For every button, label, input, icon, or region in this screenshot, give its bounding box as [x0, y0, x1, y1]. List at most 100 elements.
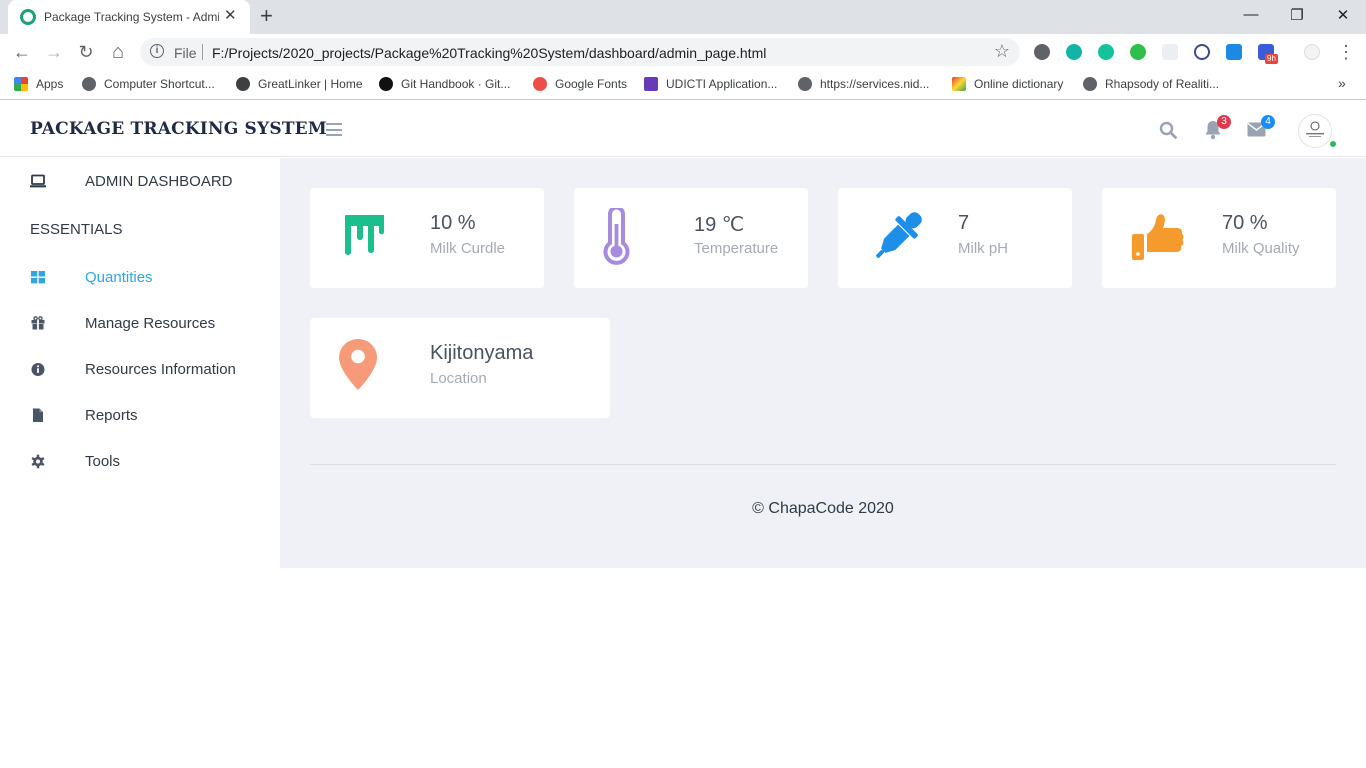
top-navbar: PACKAGE TRACKING SYSTEM 3 4 [0, 102, 1366, 157]
pinterest-extension-icon[interactable] [1034, 44, 1050, 60]
form-icon [644, 77, 658, 91]
bookmarks-bar: Apps Computer Shortcut... GreatLinker | … [0, 70, 1366, 100]
apps-grid-icon [14, 77, 28, 91]
sidebar-item-tools[interactable]: Tools [0, 446, 280, 476]
home-icon[interactable]: ⌂ [108, 42, 128, 62]
globe-icon [798, 77, 812, 91]
online-status-dot [1329, 140, 1337, 148]
sidebar-item-label: ADMIN DASHBOARD [85, 173, 233, 190]
bookmark-git-handbook[interactable]: Git Handbook · Git... [379, 77, 510, 91]
file-icon [33, 408, 43, 422]
avatar-logo-icon [1306, 121, 1324, 137]
forward-icon[interactable]: → [44, 42, 64, 62]
bookmark-label: Git Handbook · Git... [401, 77, 511, 91]
restore-button[interactable]: ❐ [1282, 6, 1312, 24]
stat-card-milk-ph: 7 Milk pH [838, 188, 1072, 288]
user-avatar[interactable] [1298, 114, 1332, 148]
google-fonts-icon [533, 77, 547, 91]
globe-icon [82, 77, 96, 91]
reload-icon[interactable]: ↻ [76, 42, 96, 62]
bookmark-online-dictionary[interactable]: Online dictionary [952, 77, 1063, 91]
sidebar-item-reports[interactable]: Reports [0, 400, 280, 430]
site-info-icon[interactable]: i [150, 44, 164, 58]
bookmark-computer-shortcut[interactable]: Computer Shortcut... [82, 77, 215, 91]
tab-close-icon[interactable]: ✕ [224, 8, 237, 24]
sidebar-item-label: Resources Information [85, 361, 236, 378]
close-window-button[interactable]: ✕ [1328, 6, 1358, 24]
github-icon [379, 77, 393, 91]
sidebar-item-resources-information[interactable]: Resources Information [0, 354, 280, 384]
mendeley-extension-icon[interactable] [1066, 44, 1082, 60]
stat-card-milk-curdle: 10 % Milk Curdle [310, 188, 544, 288]
address-separator [202, 44, 203, 60]
sidebar-item-label: Quantities [85, 269, 153, 286]
new-tab-button[interactable]: + [260, 5, 273, 27]
bookmark-label: Online dictionary [974, 77, 1064, 91]
globe-icon [1083, 77, 1097, 91]
tab-title: Package Tracking System - Admin [44, 10, 219, 24]
bookmark-apps[interactable]: Apps [14, 77, 63, 91]
sidebar-item-admin-dashboard[interactable]: ADMIN DASHBOARD [0, 166, 280, 196]
sidebar: ADMIN DASHBOARD ESSENTIALS Quantities Ma… [0, 158, 280, 768]
bookmark-greatlinker[interactable]: GreatLinker | Home [236, 77, 363, 91]
sidebar-item-label: Tools [85, 453, 121, 470]
cog-icon [31, 454, 45, 469]
bookmark-label: GreatLinker | Home [258, 77, 363, 91]
laptop-icon [30, 174, 46, 188]
bookmark-star-icon[interactable]: ☆ [994, 41, 1010, 62]
bookmark-label: UDICTI Application... [666, 77, 778, 91]
card-value: Kijitonyama [430, 342, 534, 364]
profile-avatar-icon[interactable] [1304, 44, 1320, 60]
share-icon [236, 77, 250, 91]
card-label: Temperature [694, 240, 779, 257]
screen-extension-icon[interactable] [1226, 44, 1242, 60]
sidebar-section-heading: ESSENTIALS [30, 221, 123, 238]
stat-card-location: Kijitonyama Location [310, 318, 610, 418]
bookmark-services-nid[interactable]: https://services.nid... [798, 77, 929, 91]
hamburger-menu-icon[interactable] [326, 123, 342, 136]
dictionary-icon [952, 77, 966, 91]
bookmark-google-fonts[interactable]: Google Fonts [533, 77, 627, 91]
thermometer-icon [603, 208, 630, 265]
message-count-badge: 4 [1261, 115, 1275, 129]
map-pin-icon [339, 339, 377, 390]
blank-extension-icon[interactable] [1162, 44, 1178, 60]
bookmark-udicti[interactable]: UDICTI Application... [644, 77, 777, 91]
bookmark-label: Google Fonts [555, 77, 628, 91]
check-extension-icon[interactable] [1130, 44, 1146, 60]
sidebar-item-label: Manage Resources [85, 315, 216, 332]
minimize-button[interactable]: — [1236, 6, 1266, 23]
card-value: 10 % [430, 212, 476, 234]
eyedropper-icon [876, 212, 922, 258]
browser-menu-icon[interactable]: ⋮ [1336, 42, 1356, 62]
gift-icon [31, 316, 45, 330]
card-label: Milk Curdle [430, 240, 506, 257]
browser-toolbar: ← → ↻ ⌂ i File F:/Projects/2020_projects… [0, 34, 1366, 70]
search-icon[interactable] [1159, 121, 1177, 139]
notification-count-badge: 3 [1217, 115, 1231, 129]
bookmarks-overflow-button[interactable]: » [1338, 75, 1346, 91]
thumbs-up-icon [1132, 214, 1184, 260]
sidebar-item-manage-resources[interactable]: Manage Resources [0, 308, 280, 338]
bookmark-rhapsody[interactable]: Rhapsody of Realiti... [1083, 77, 1219, 91]
bookmark-label: https://services.nid... [820, 77, 930, 91]
address-bar[interactable]: i File F:/Projects/2020_projects/Package… [140, 38, 1020, 66]
address-url[interactable]: F:/Projects/2020_projects/Package%20Trac… [212, 45, 766, 61]
browser-tab[interactable]: Package Tracking System - Admin ✕ [8, 0, 250, 34]
extension-badge: 9h [1265, 54, 1278, 64]
card-value: 7 [958, 212, 970, 234]
browser-tab-strip: Package Tracking System - Admin ✕ + — ❐ … [0, 0, 1366, 34]
stat-card-temperature: 19 ℃ Temperature [574, 188, 808, 288]
brand-title[interactable]: PACKAGE TRACKING SYSTEM [30, 119, 327, 139]
back-icon[interactable]: ← [12, 42, 32, 62]
tab-favicon-icon [20, 9, 36, 25]
card-label: Milk pH [958, 240, 1009, 257]
bookmark-label: Computer Shortcut... [104, 77, 215, 91]
block-extension-icon[interactable] [1194, 44, 1210, 60]
grammarly-extension-icon[interactable] [1098, 44, 1114, 60]
curdle-drip-icon [339, 215, 384, 255]
card-value: 19 ℃ [694, 214, 745, 236]
sidebar-item-quantities[interactable]: Quantities [0, 262, 280, 292]
content-divider [310, 464, 1336, 465]
bookmark-label: Rhapsody of Realiti... [1105, 77, 1220, 91]
